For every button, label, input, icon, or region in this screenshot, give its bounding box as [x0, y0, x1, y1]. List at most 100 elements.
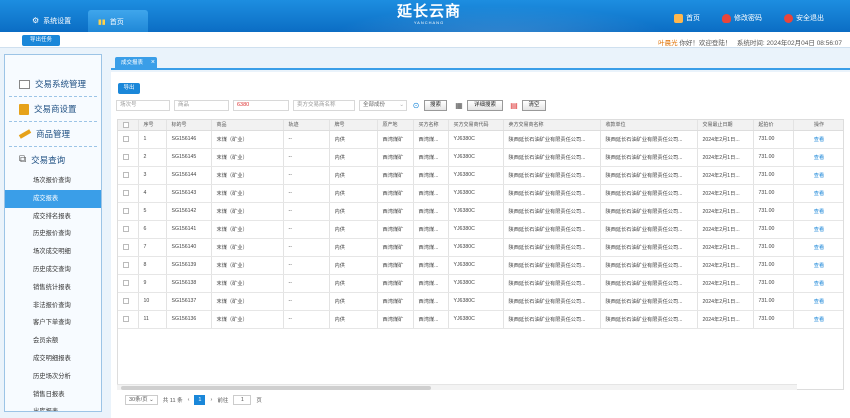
- sidebar-item[interactable]: 销售统计报表: [5, 279, 101, 297]
- tab-deal-report[interactable]: 成交报表 ×: [115, 57, 157, 70]
- sidebar-section-trade-query[interactable]: ⧉ 交易查询: [9, 147, 97, 172]
- sidebar-item[interactable]: 历史成交查询: [5, 261, 101, 279]
- sidebar-item[interactable]: 销售日报表: [5, 386, 101, 404]
- row-checkbox[interactable]: [123, 243, 129, 250]
- view-link[interactable]: 查看: [793, 256, 843, 275]
- row-checkbox[interactable]: [123, 225, 129, 232]
- view-link[interactable]: 查看: [793, 220, 843, 239]
- home-link[interactable]: 首页: [674, 13, 700, 23]
- close-icon[interactable]: ×: [151, 56, 155, 69]
- sidebar-item[interactable]: 历史场次分析: [5, 368, 101, 386]
- sidebar-item[interactable]: 场次成交明细: [5, 243, 101, 261]
- sidebar-item[interactable]: 会员余额: [5, 332, 101, 350]
- table-row[interactable]: 3 SG156144 末煤（矿业） -- 内供 西湾煤矿 西湾煤... YJ6380C 陕西延长…: [118, 166, 843, 185]
- table-row[interactable]: 2 SG156145 末煤（矿业） -- 内供 西湾煤矿 西湾煤... YJ6380C 陕西延长…: [118, 148, 843, 167]
- row-checkbox[interactable]: [123, 297, 129, 304]
- status-select[interactable]: 全部成份 ⌄: [359, 100, 407, 111]
- column-header: 轨迹: [283, 120, 330, 131]
- sidebar-item[interactable]: 出库报表: [5, 403, 101, 411]
- sidebar-section-goods[interactable]: 商品管理: [9, 122, 97, 147]
- export-button[interactable]: 导出: [118, 83, 140, 94]
- table-cell: 陕西延长石油矿业有限责任公司...: [600, 310, 698, 329]
- table-cell: 陕西延长石油矿业有限责任公司...: [503, 220, 601, 239]
- view-link[interactable]: 查看: [793, 184, 843, 203]
- row-checkbox[interactable]: [123, 153, 129, 160]
- checkbox[interactable]: [123, 121, 129, 128]
- table-row[interactable]: 9 SG156138 末煤（矿业） -- 内供 西湾煤矿 西湾煤... YJ6380C 陕西延长…: [118, 274, 843, 293]
- view-link[interactable]: 查看: [793, 130, 843, 149]
- table-cell: 731.00: [753, 130, 794, 149]
- view-link[interactable]: 查看: [793, 166, 843, 185]
- table-cell: 731.00: [753, 184, 794, 203]
- logo-text: 延长云商: [396, 2, 461, 20]
- change-password-link[interactable]: 修改密码: [722, 13, 762, 23]
- table-cell: 陕西延长石油矿业有限责任公司...: [503, 184, 601, 203]
- table-cell: 末煤（矿业）: [211, 130, 284, 149]
- table-cell: 731.00: [753, 148, 794, 167]
- view-link[interactable]: 查看: [793, 292, 843, 311]
- search-icon[interactable]: ⊙: [411, 100, 421, 111]
- monitor-icon: [19, 79, 30, 89]
- table-row[interactable]: 6 SG156141 末煤（矿业） -- 内供 西湾煤矿 西湾煤... YJ6380C 陕西延长…: [118, 220, 843, 239]
- sidebar-item[interactable]: 非法报价查询: [5, 297, 101, 315]
- horizontal-scrollbar[interactable]: [117, 384, 797, 390]
- sidebar-item[interactable]: 成交排名报表: [5, 208, 101, 226]
- sidebar-item[interactable]: 客户下单查询: [5, 314, 101, 332]
- view-link[interactable]: 查看: [793, 202, 843, 221]
- view-link[interactable]: 查看: [793, 310, 843, 329]
- sidebar-item[interactable]: 场次报价查询: [5, 172, 101, 190]
- table-row[interactable]: 5 SG156142 末煤（矿业） -- 内供 西湾煤矿 西湾煤... YJ6380C 陕西延长…: [118, 202, 843, 221]
- sidebar-item[interactable]: 成交报表: [5, 189, 101, 208]
- row-checkbox[interactable]: [123, 207, 129, 214]
- table-row[interactable]: 11 SG156136 末煤（矿业） -- 内供 西湾煤矿 西湾煤... YJ6380C 陕西延…: [118, 310, 843, 329]
- view-link[interactable]: 查看: [793, 238, 843, 257]
- goods-input[interactable]: 商品: [174, 100, 229, 111]
- table-cell: 陕西延长石油矿业有限责任公司...: [503, 238, 601, 257]
- tab-home[interactable]: ▮▮ 首页: [88, 10, 148, 33]
- clear-icon[interactable]: ▤: [509, 100, 519, 111]
- table-cell: 4: [138, 184, 167, 203]
- sidebar-item[interactable]: 历史报价查询: [5, 225, 101, 243]
- table-row[interactable]: 1 SG156146 末煤（矿业） -- 内供 西湾煤矿 西湾煤... YJ6380C 陕西延长…: [118, 130, 843, 149]
- view-link[interactable]: 查看: [793, 148, 843, 167]
- table-row[interactable]: 10 SG156137 末煤（矿业） -- 内供 西湾煤矿 西湾煤... YJ6380C 陕西延…: [118, 292, 843, 311]
- prev-page-button[interactable]: ‹: [188, 397, 190, 403]
- row-checkbox[interactable]: [123, 315, 129, 322]
- tab-system-settings[interactable]: ⚙ 系统设置: [22, 9, 81, 32]
- table-row[interactable]: 8 SG156139 末煤（矿业） -- 内供 西湾煤矿 西湾煤... YJ6380C 陕西延长…: [118, 256, 843, 275]
- table-cell: SG156140: [166, 238, 212, 257]
- advanced-search-button[interactable]: 详细搜索: [467, 100, 503, 111]
- row-checkbox[interactable]: [123, 279, 129, 286]
- table-cell: SG156136: [166, 310, 212, 329]
- view-link[interactable]: 查看: [793, 274, 843, 293]
- header-wave: [300, 0, 700, 32]
- next-page-button[interactable]: ›: [210, 397, 212, 403]
- row-checkbox[interactable]: [123, 261, 129, 268]
- row-checkbox[interactable]: [123, 189, 129, 196]
- table-cell: 731.00: [753, 274, 794, 293]
- row-checkbox[interactable]: [123, 171, 129, 178]
- table-cell: 731.00: [753, 166, 794, 185]
- table-row[interactable]: 7 SG156140 末煤（矿业） -- 内供 西湾煤矿 西湾煤... YJ6380C 陕西延长…: [118, 238, 843, 257]
- row-checkbox[interactable]: [123, 135, 129, 142]
- table-row[interactable]: 4 SG156143 末煤（矿业） -- 内供 西湾煤矿 西湾煤... YJ6380C 陕西延长…: [118, 184, 843, 203]
- sidebar-item[interactable]: 成交明细报表: [5, 350, 101, 368]
- table-cell: --: [283, 166, 330, 185]
- seller-name-input[interactable]: 卖方交易商名称: [293, 100, 355, 111]
- logout-link[interactable]: 安全退出: [784, 13, 824, 23]
- sidebar-section-dealer-settings[interactable]: 交易商设置: [9, 97, 97, 122]
- session-number-input[interactable]: 场次号: [116, 100, 170, 111]
- table-cell: 末煤（矿业）: [211, 148, 284, 167]
- goto-page-input[interactable]: 1: [233, 395, 252, 405]
- code-input[interactable]: 6380: [233, 100, 289, 111]
- clear-button[interactable]: 清空: [522, 100, 546, 111]
- page-size-select[interactable]: 30条/页 ⌄: [125, 395, 158, 405]
- export-task-button[interactable]: 导出任务: [22, 35, 60, 46]
- logo-sub: YANCHANG: [413, 20, 445, 25]
- search-button[interactable]: 搜索: [424, 100, 447, 111]
- current-page[interactable]: 1: [194, 395, 206, 405]
- calendar-icon[interactable]: ▦: [454, 100, 464, 111]
- scrollbar-thumb[interactable]: [121, 386, 431, 390]
- select-all-checkbox[interactable]: [118, 120, 139, 131]
- sidebar-section-trading-system[interactable]: 交易系统管理: [9, 72, 97, 97]
